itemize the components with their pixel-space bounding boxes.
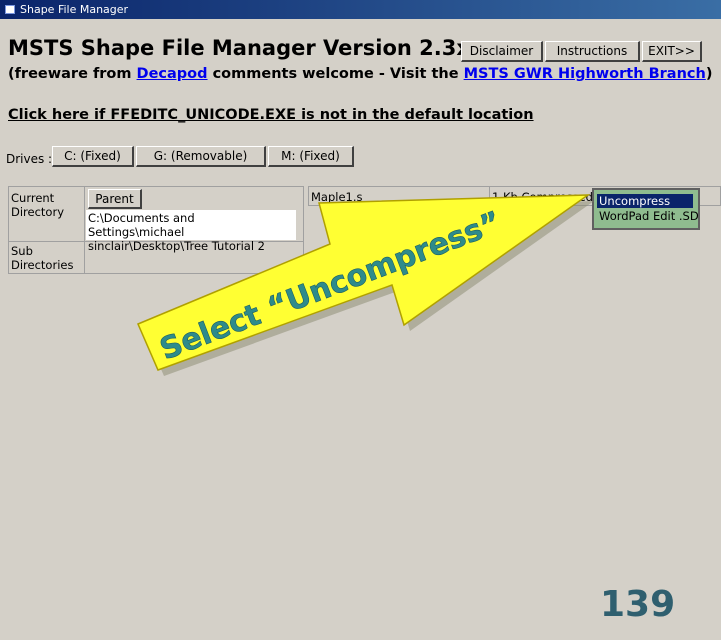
annotation-arrow: Select “Uncompress” xyxy=(137,194,594,376)
page-number: 139 xyxy=(600,584,676,625)
